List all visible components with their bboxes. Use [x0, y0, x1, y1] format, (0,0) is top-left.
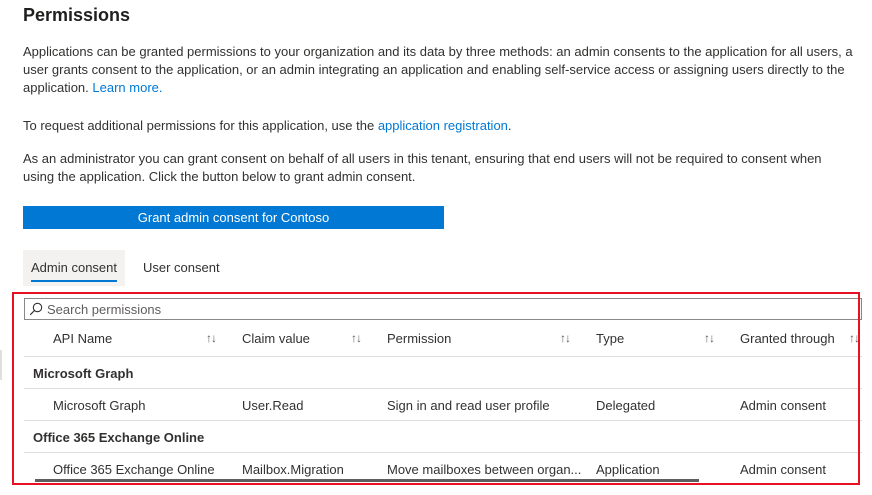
- intro-paragraph: Applications can be granted permissions …: [23, 43, 868, 97]
- page-title: Permissions: [23, 5, 131, 25]
- application-registration-link[interactable]: application registration: [378, 118, 508, 133]
- request-paragraph: To request additional permissions for th…: [23, 117, 868, 135]
- tab-admin-consent[interactable]: Admin consent: [23, 250, 125, 286]
- highlight-box: [12, 292, 860, 485]
- request-text-end: .: [507, 118, 512, 133]
- side-indicator: [0, 350, 2, 380]
- admin-consent-paragraph: As an administrator you can grant consen…: [23, 151, 822, 184]
- learn-more-link[interactable]: Learn more.: [92, 80, 162, 95]
- consent-tabs: Admin consent User consent: [23, 250, 228, 286]
- grant-admin-consent-button[interactable]: Grant admin consent for Contoso: [23, 206, 444, 229]
- tab-user-consent[interactable]: User consent: [135, 250, 228, 286]
- request-text: To request additional permissions for th…: [23, 118, 375, 133]
